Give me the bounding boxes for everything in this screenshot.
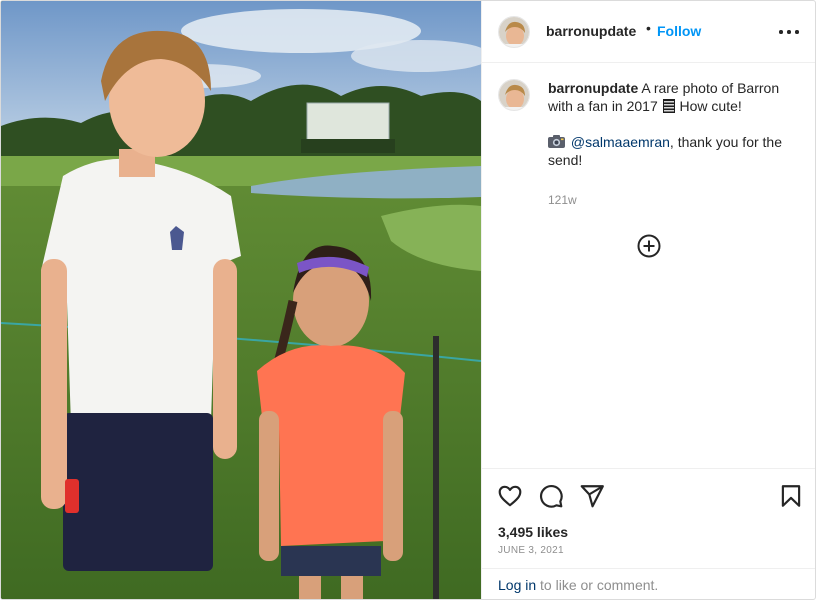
avatar[interactable] — [498, 16, 530, 48]
heart-icon[interactable] — [497, 483, 523, 509]
likes-count[interactable]: 3,495 likes — [498, 524, 568, 540]
login-link[interactable]: Log in — [498, 577, 536, 593]
caption-username[interactable]: barronupdate — [548, 80, 638, 96]
instagram-post: barronupdate • Follow barronupdate A rar… — [0, 0, 816, 600]
more-horizontal-icon[interactable] — [778, 23, 800, 41]
comments-section: barronupdate A rare photo of Barron with… — [482, 64, 815, 468]
post-caption: barronupdate A rare photo of Barron with… — [548, 79, 804, 169]
post-header: barronupdate • Follow — [482, 1, 815, 63]
photo-illustration — [1, 1, 481, 599]
caption-avatar[interactable] — [498, 79, 530, 111]
username[interactable]: barronupdate — [546, 23, 636, 39]
mention-link[interactable]: @salmaaemran — [571, 134, 670, 150]
caption-text-end: How cute! — [679, 98, 742, 114]
camera-icon — [548, 135, 565, 148]
share-icon[interactable] — [579, 483, 605, 509]
books-emoji-icon — [662, 99, 675, 113]
comment-icon[interactable] — [538, 483, 564, 509]
add-circle-icon[interactable] — [637, 234, 661, 258]
post-photo[interactable] — [1, 1, 481, 599]
post-time[interactable]: 121w — [548, 193, 577, 207]
post-date[interactable]: JUNE 3, 2021 — [498, 545, 564, 556]
bookmark-icon[interactable] — [778, 483, 804, 509]
post-actions: 3,495 likes JUNE 3, 2021 Log in to like … — [482, 468, 815, 599]
separator-dot: • — [646, 20, 651, 36]
login-prompt-text: to like or comment. — [536, 577, 659, 593]
post-sidebar: barronupdate • Follow barronupdate A rar… — [481, 1, 815, 599]
follow-button[interactable]: Follow — [657, 23, 701, 39]
login-prompt: Log in to like or comment. — [482, 568, 815, 599]
